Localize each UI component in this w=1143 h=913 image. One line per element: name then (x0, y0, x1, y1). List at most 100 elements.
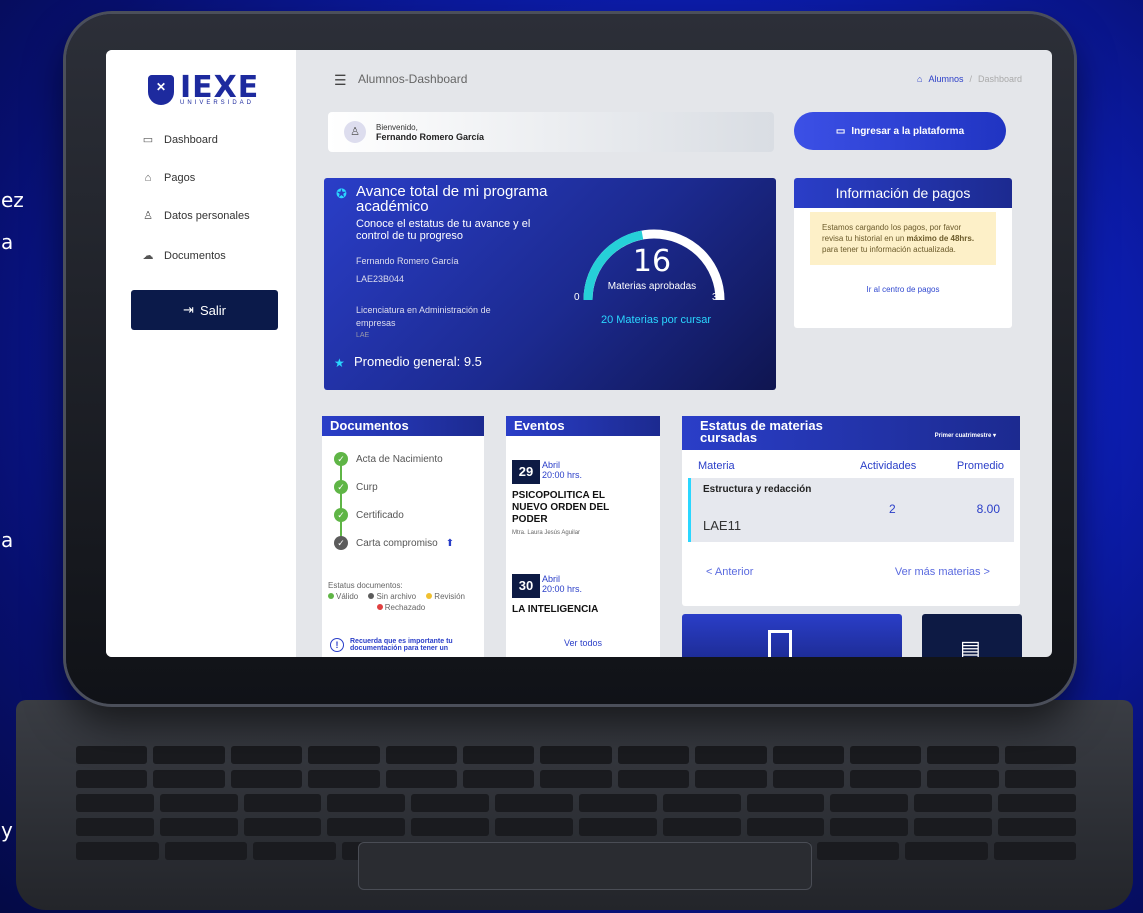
key (308, 770, 380, 788)
period-select[interactable]: Primer cuatrimestre ▾ (935, 430, 996, 442)
top-bar: ☰ Alumnos-Dashboard ⌂ Alumnos / Dashboard (296, 50, 1052, 108)
event-month: Abril (542, 574, 561, 584)
key (327, 794, 406, 812)
payments-center-link[interactable]: Ir al centro de pagos (794, 285, 1012, 294)
enter-platform-button[interactable]: ▭ Ingresar a la plataforma (794, 112, 1006, 150)
brand-sub: UNIVERSIDAD (180, 100, 255, 106)
remaining-subjects: 20 Materias por cursar (600, 314, 712, 326)
subjects-status-header: Estatus de materias cursadas Primer cuat… (682, 416, 1020, 450)
chevron-down-icon: ▾ (992, 433, 996, 439)
bg-text-fragment: a (1, 528, 14, 552)
key (695, 746, 767, 764)
status-label: Estatus documentos: (328, 581, 403, 590)
notice-text: para tener tu información actualizada. (822, 245, 956, 254)
check-icon: ✓ (334, 508, 348, 522)
sidebar-item-label: Dashboard (164, 134, 218, 146)
sidebar-item-label: Pagos (164, 172, 196, 184)
key (308, 746, 380, 764)
key (243, 794, 322, 812)
progress-card: ✪ Avance total de mi programa académico … (324, 178, 776, 390)
star-icon: ★ (334, 356, 345, 370)
breadcrumb-item: Dashboard (977, 74, 1022, 84)
key (385, 746, 457, 764)
key (578, 794, 657, 812)
key (153, 770, 225, 788)
upload-icon[interactable]: ⬆ (446, 538, 454, 549)
bg-text-fragment: y (1, 818, 13, 842)
payments-title: Información de pagos (794, 178, 1012, 208)
keyboard (16, 700, 1133, 910)
sidebar-item-documentos[interactable]: ☁ Documentos (142, 250, 226, 262)
sidebar-item-dashboard[interactable]: ▭ Dashboard (142, 134, 218, 146)
key (772, 746, 844, 764)
user-name: Fernando Romero García (376, 131, 485, 142)
shortcut-tile[interactable] (682, 614, 902, 657)
home-icon[interactable]: ⌂ (917, 74, 922, 84)
legend-label: Revisión (434, 592, 465, 601)
key (849, 770, 922, 788)
program-code: LAE (356, 332, 370, 339)
user-avatar-icon: ♙ (344, 121, 366, 143)
check-icon: ✓ (334, 480, 348, 494)
sidebar-item-pagos[interactable]: ⌂ Pagos (142, 172, 196, 184)
logout-button[interactable]: ⇥ Salir (131, 290, 278, 330)
see-all-link[interactable]: Ver todos (506, 638, 660, 648)
documents-status: Estatus documentos: Válido Sin archivo R… (328, 580, 478, 613)
legend-label: Rechazado (384, 603, 426, 612)
key (914, 818, 993, 836)
doc-label: Acta de Nacimiento (356, 453, 443, 465)
document-icon: ▤ (960, 636, 981, 657)
key (411, 794, 490, 812)
doc-item: ✓ Acta de Nacimiento (334, 452, 443, 466)
logout-label: Salir (199, 302, 226, 318)
table-row[interactable]: Estructura y redacción LAE11 2 8.00 (688, 478, 1014, 542)
sidebar-item-label: Datos personales (164, 210, 250, 222)
shortcut-tile[interactable]: ▤ (922, 614, 1022, 657)
event-speaker: Mtra. Laura Jesús Aguilar (512, 530, 581, 536)
key (243, 818, 322, 836)
key (253, 842, 336, 860)
key (540, 770, 612, 788)
payments-notice: Estamos cargando los pagos, por favor re… (810, 212, 996, 265)
menu-icon[interactable]: ☰ (334, 72, 347, 89)
key (159, 818, 238, 836)
legend-item: Revisión (426, 591, 469, 602)
key (927, 770, 999, 788)
subject-average: 8.00 (976, 502, 1000, 516)
column-header: Materia (698, 460, 735, 472)
sidebar-item-label: Documentos (164, 250, 226, 262)
events-card: Eventos 29 Abril 20:00 hrs. PSICOPOLITICA … (506, 416, 660, 657)
copy-icon (768, 630, 792, 657)
tablet-frame: ✕ IEXE UNIVERSIDAD ▭ Dashboard ⌂ Pagos ♙ Da… (66, 14, 1074, 704)
sidebar-item-datos-personales[interactable]: ♙ Datos personales (142, 210, 250, 222)
key (617, 770, 690, 788)
key (76, 818, 154, 836)
breadcrumb-item[interactable]: Alumnos (928, 74, 963, 84)
event-title: PSICOPOLITICA EL NUEVO ORDEN DEL PODER (512, 490, 610, 525)
pending-icon: ✓ (334, 536, 348, 550)
legend-dot (328, 593, 334, 599)
greeting: Bienvenido, (376, 122, 418, 132)
key (830, 794, 909, 812)
column-header: Promedio (956, 460, 1004, 472)
previous-button[interactable]: < Anterior (706, 566, 753, 578)
student-id: LAE23B044 (356, 274, 405, 284)
key (230, 746, 303, 764)
more-subjects-button[interactable]: Ver más materias > (895, 566, 990, 578)
key (327, 818, 406, 836)
key (914, 794, 993, 812)
period-select-value: Primer cuatrimestre (934, 433, 992, 439)
event-item[interactable]: 29 Abril 20:00 hrs. PSICOPOLITICA EL NUEVO… (512, 460, 642, 536)
doc-item: ✓ Certificado (334, 508, 404, 522)
legend-item: Rechazado (328, 602, 478, 613)
event-item[interactable]: 30 Abril 20:00 hrs. LA INTELIGENCIA (512, 574, 642, 616)
key (411, 818, 490, 836)
legend-item: Válido (328, 591, 362, 602)
breadcrumb: ⌂ Alumnos / Dashboard (917, 74, 1022, 84)
welcome-banner: ♙ Bienvenido, Fernando Romero García (328, 112, 774, 152)
key (495, 794, 573, 812)
logo-text: IEXE UNIVERSIDAD (180, 73, 259, 107)
average-grade: Promedio general: 9.5 (354, 354, 482, 369)
legend-label: Válido (336, 592, 359, 601)
event-month: Abril (542, 460, 561, 470)
